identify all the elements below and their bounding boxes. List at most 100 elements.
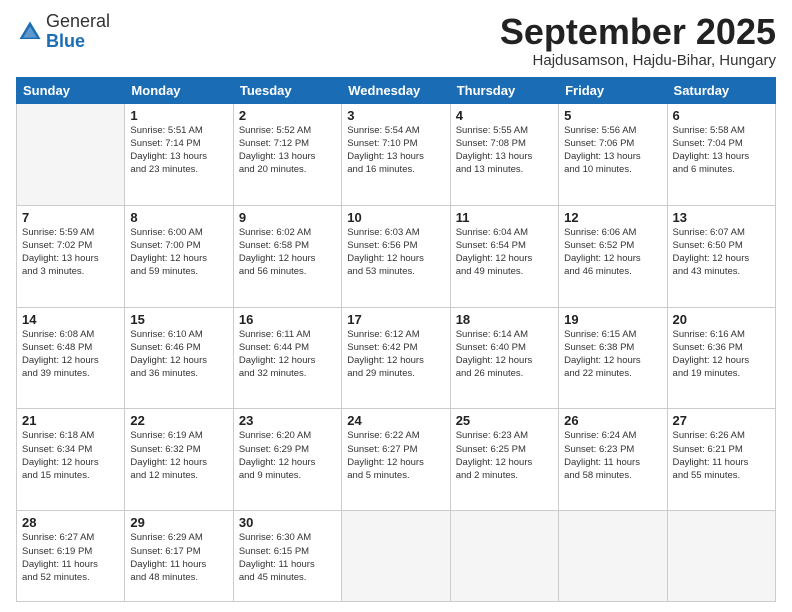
calendar-cell: 30Sunrise: 6:30 AM Sunset: 6:15 PM Dayli… — [233, 511, 341, 602]
month-title: September 2025 — [500, 12, 776, 52]
calendar-cell: 27Sunrise: 6:26 AM Sunset: 6:21 PM Dayli… — [667, 409, 775, 511]
calendar-cell: 1Sunrise: 5:51 AM Sunset: 7:14 PM Daylig… — [125, 103, 233, 205]
day-number: 13 — [673, 210, 770, 225]
calendar-week-row: 7Sunrise: 5:59 AM Sunset: 7:02 PM Daylig… — [17, 205, 776, 307]
logo-blue: Blue — [46, 31, 85, 51]
day-info: Sunrise: 5:58 AM Sunset: 7:04 PM Dayligh… — [673, 124, 770, 177]
calendar-table: SundayMondayTuesdayWednesdayThursdayFrid… — [16, 77, 776, 602]
calendar-week-row: 1Sunrise: 5:51 AM Sunset: 7:14 PM Daylig… — [17, 103, 776, 205]
day-number: 18 — [456, 312, 553, 327]
day-info: Sunrise: 5:54 AM Sunset: 7:10 PM Dayligh… — [347, 124, 444, 177]
calendar-cell: 12Sunrise: 6:06 AM Sunset: 6:52 PM Dayli… — [559, 205, 667, 307]
logo-icon — [16, 18, 44, 46]
calendar-cell: 23Sunrise: 6:20 AM Sunset: 6:29 PM Dayli… — [233, 409, 341, 511]
day-number: 9 — [239, 210, 336, 225]
weekday-header-row: SundayMondayTuesdayWednesdayThursdayFrid… — [17, 77, 776, 103]
day-info: Sunrise: 6:14 AM Sunset: 6:40 PM Dayligh… — [456, 328, 553, 381]
calendar-cell: 13Sunrise: 6:07 AM Sunset: 6:50 PM Dayli… — [667, 205, 775, 307]
calendar-cell: 21Sunrise: 6:18 AM Sunset: 6:34 PM Dayli… — [17, 409, 125, 511]
calendar-cell — [667, 511, 775, 602]
location-title: Hajdusamson, Hajdu-Bihar, Hungary — [500, 52, 776, 69]
day-info: Sunrise: 5:59 AM Sunset: 7:02 PM Dayligh… — [22, 226, 119, 279]
header: General Blue September 2025 Hajdusamson,… — [16, 12, 776, 69]
day-number: 2 — [239, 108, 336, 123]
day-number: 17 — [347, 312, 444, 327]
day-number: 29 — [130, 515, 227, 530]
day-info: Sunrise: 5:52 AM Sunset: 7:12 PM Dayligh… — [239, 124, 336, 177]
calendar-cell: 9Sunrise: 6:02 AM Sunset: 6:58 PM Daylig… — [233, 205, 341, 307]
day-info: Sunrise: 6:10 AM Sunset: 6:46 PM Dayligh… — [130, 328, 227, 381]
day-number: 1 — [130, 108, 227, 123]
day-info: Sunrise: 6:22 AM Sunset: 6:27 PM Dayligh… — [347, 429, 444, 482]
day-number: 12 — [564, 210, 661, 225]
day-info: Sunrise: 6:19 AM Sunset: 6:32 PM Dayligh… — [130, 429, 227, 482]
day-info: Sunrise: 6:06 AM Sunset: 6:52 PM Dayligh… — [564, 226, 661, 279]
day-number: 8 — [130, 210, 227, 225]
day-number: 15 — [130, 312, 227, 327]
day-number: 28 — [22, 515, 119, 530]
day-number: 24 — [347, 413, 444, 428]
calendar-cell: 24Sunrise: 6:22 AM Sunset: 6:27 PM Dayli… — [342, 409, 450, 511]
day-info: Sunrise: 6:23 AM Sunset: 6:25 PM Dayligh… — [456, 429, 553, 482]
day-number: 10 — [347, 210, 444, 225]
day-info: Sunrise: 6:08 AM Sunset: 6:48 PM Dayligh… — [22, 328, 119, 381]
calendar-cell: 29Sunrise: 6:29 AM Sunset: 6:17 PM Dayli… — [125, 511, 233, 602]
title-area: September 2025 Hajdusamson, Hajdu-Bihar,… — [500, 12, 776, 69]
day-number: 3 — [347, 108, 444, 123]
day-number: 6 — [673, 108, 770, 123]
calendar-page: General Blue September 2025 Hajdusamson,… — [0, 0, 792, 612]
day-number: 5 — [564, 108, 661, 123]
day-info: Sunrise: 6:02 AM Sunset: 6:58 PM Dayligh… — [239, 226, 336, 279]
day-info: Sunrise: 6:29 AM Sunset: 6:17 PM Dayligh… — [130, 531, 227, 584]
day-info: Sunrise: 5:56 AM Sunset: 7:06 PM Dayligh… — [564, 124, 661, 177]
calendar-cell: 15Sunrise: 6:10 AM Sunset: 6:46 PM Dayli… — [125, 307, 233, 409]
day-info: Sunrise: 5:55 AM Sunset: 7:08 PM Dayligh… — [456, 124, 553, 177]
day-info: Sunrise: 6:07 AM Sunset: 6:50 PM Dayligh… — [673, 226, 770, 279]
day-number: 11 — [456, 210, 553, 225]
day-number: 20 — [673, 312, 770, 327]
day-number: 21 — [22, 413, 119, 428]
weekday-header-tuesday: Tuesday — [233, 77, 341, 103]
day-info: Sunrise: 6:16 AM Sunset: 6:36 PM Dayligh… — [673, 328, 770, 381]
day-info: Sunrise: 6:03 AM Sunset: 6:56 PM Dayligh… — [347, 226, 444, 279]
calendar-cell: 2Sunrise: 5:52 AM Sunset: 7:12 PM Daylig… — [233, 103, 341, 205]
day-info: Sunrise: 6:24 AM Sunset: 6:23 PM Dayligh… — [564, 429, 661, 482]
day-info: Sunrise: 6:12 AM Sunset: 6:42 PM Dayligh… — [347, 328, 444, 381]
calendar-cell: 4Sunrise: 5:55 AM Sunset: 7:08 PM Daylig… — [450, 103, 558, 205]
day-number: 27 — [673, 413, 770, 428]
day-number: 30 — [239, 515, 336, 530]
logo-general: General — [46, 11, 110, 31]
logo-text: General Blue — [46, 12, 110, 52]
weekday-header-sunday: Sunday — [17, 77, 125, 103]
calendar-cell: 5Sunrise: 5:56 AM Sunset: 7:06 PM Daylig… — [559, 103, 667, 205]
day-number: 22 — [130, 413, 227, 428]
weekday-header-wednesday: Wednesday — [342, 77, 450, 103]
day-info: Sunrise: 6:27 AM Sunset: 6:19 PM Dayligh… — [22, 531, 119, 584]
calendar-cell: 14Sunrise: 6:08 AM Sunset: 6:48 PM Dayli… — [17, 307, 125, 409]
calendar-cell: 8Sunrise: 6:00 AM Sunset: 7:00 PM Daylig… — [125, 205, 233, 307]
calendar-cell: 10Sunrise: 6:03 AM Sunset: 6:56 PM Dayli… — [342, 205, 450, 307]
calendar-cell: 7Sunrise: 5:59 AM Sunset: 7:02 PM Daylig… — [17, 205, 125, 307]
calendar-cell: 11Sunrise: 6:04 AM Sunset: 6:54 PM Dayli… — [450, 205, 558, 307]
day-info: Sunrise: 6:11 AM Sunset: 6:44 PM Dayligh… — [239, 328, 336, 381]
calendar-week-row: 21Sunrise: 6:18 AM Sunset: 6:34 PM Dayli… — [17, 409, 776, 511]
calendar-cell: 20Sunrise: 6:16 AM Sunset: 6:36 PM Dayli… — [667, 307, 775, 409]
calendar-cell — [450, 511, 558, 602]
day-info: Sunrise: 6:00 AM Sunset: 7:00 PM Dayligh… — [130, 226, 227, 279]
day-number: 14 — [22, 312, 119, 327]
day-info: Sunrise: 6:20 AM Sunset: 6:29 PM Dayligh… — [239, 429, 336, 482]
calendar-cell — [342, 511, 450, 602]
logo-area: General Blue — [16, 12, 110, 52]
calendar-cell: 3Sunrise: 5:54 AM Sunset: 7:10 PM Daylig… — [342, 103, 450, 205]
day-info: Sunrise: 6:26 AM Sunset: 6:21 PM Dayligh… — [673, 429, 770, 482]
day-number: 7 — [22, 210, 119, 225]
calendar-cell: 6Sunrise: 5:58 AM Sunset: 7:04 PM Daylig… — [667, 103, 775, 205]
calendar-cell — [17, 103, 125, 205]
calendar-cell — [559, 511, 667, 602]
calendar-cell: 26Sunrise: 6:24 AM Sunset: 6:23 PM Dayli… — [559, 409, 667, 511]
day-number: 23 — [239, 413, 336, 428]
calendar-cell: 28Sunrise: 6:27 AM Sunset: 6:19 PM Dayli… — [17, 511, 125, 602]
calendar-cell: 18Sunrise: 6:14 AM Sunset: 6:40 PM Dayli… — [450, 307, 558, 409]
calendar-week-row: 14Sunrise: 6:08 AM Sunset: 6:48 PM Dayli… — [17, 307, 776, 409]
calendar-week-row: 28Sunrise: 6:27 AM Sunset: 6:19 PM Dayli… — [17, 511, 776, 602]
